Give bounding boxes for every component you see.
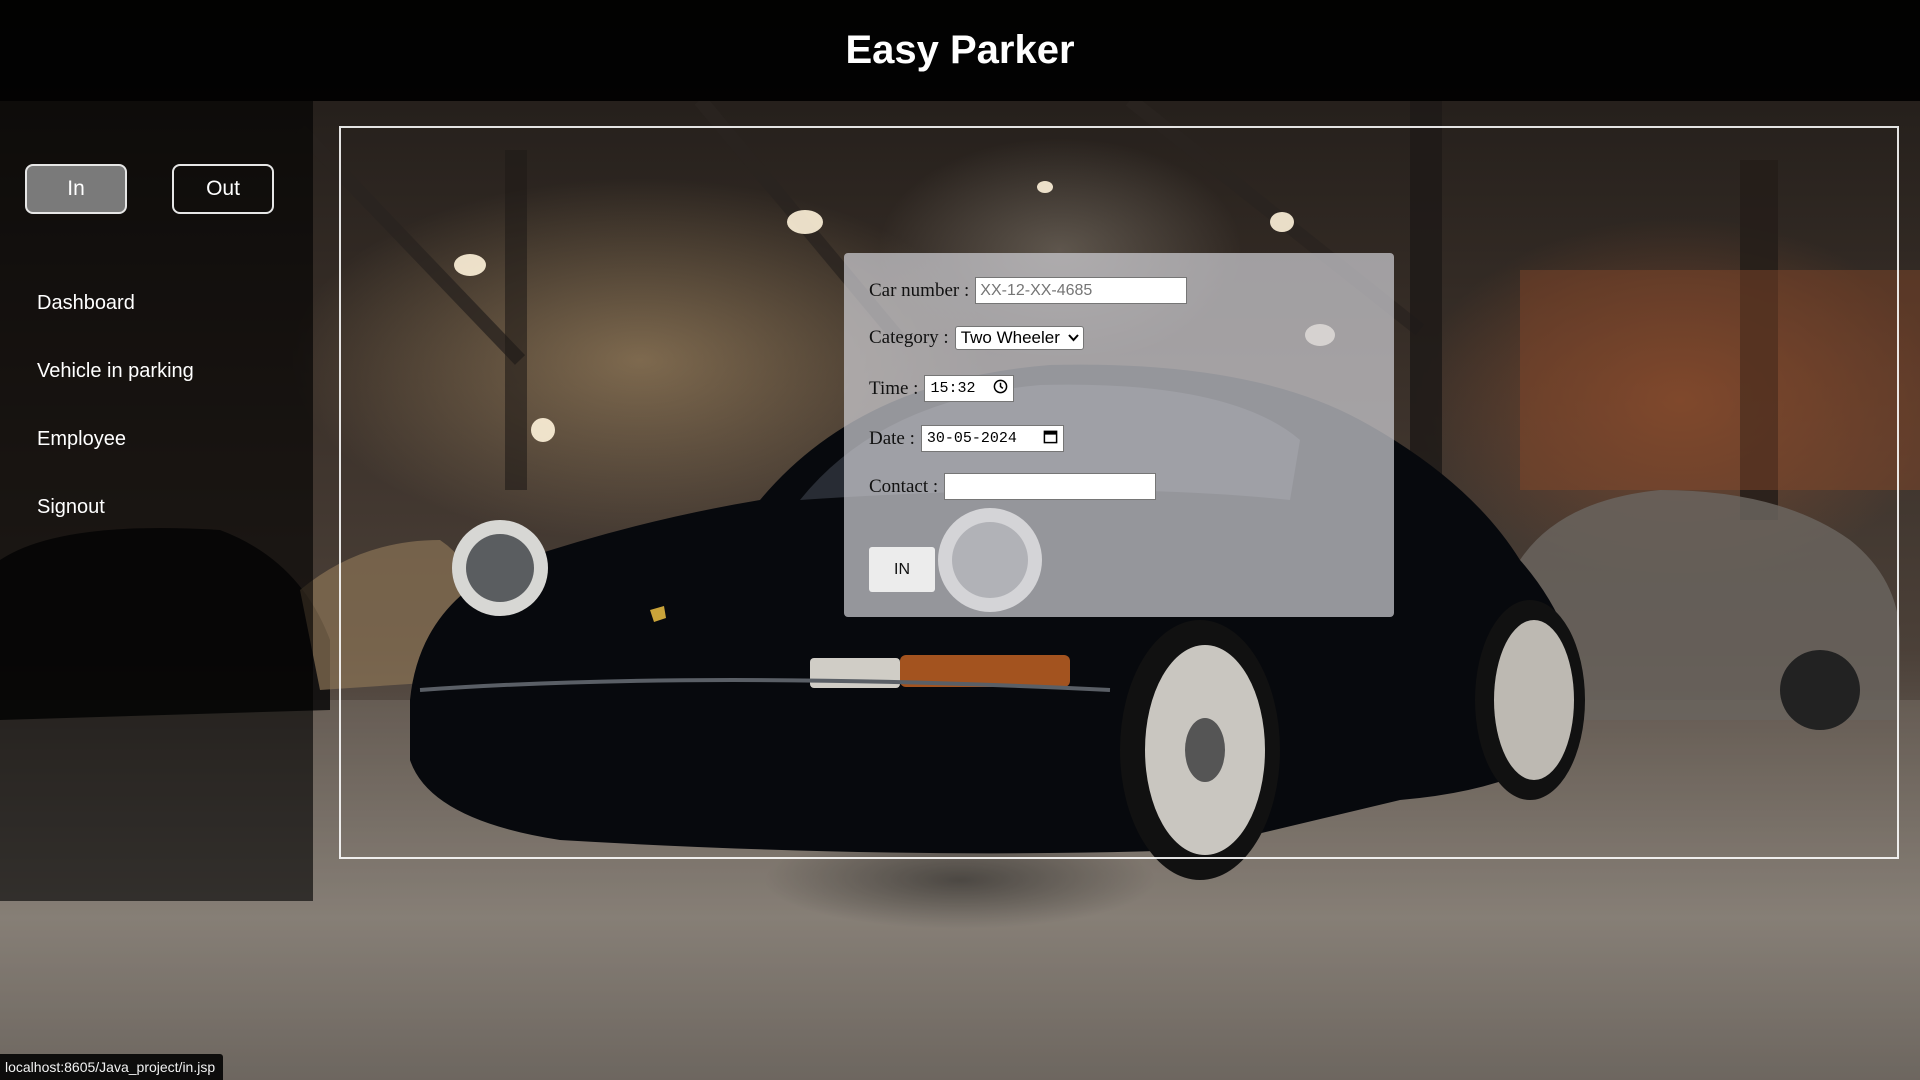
category-label: Category :	[869, 327, 949, 348]
time-row: Time : 15:32	[869, 375, 1015, 402]
sidebar: In Out Dashboard Vehicle in parking Empl…	[0, 101, 313, 901]
sidebar-item-vehicle-in-parking[interactable]: Vehicle in parking	[37, 356, 194, 424]
sidebar-nav: Dashboard Vehicle in parking Employee Si…	[37, 288, 194, 560]
contact-row: Contact :	[869, 473, 1157, 500]
contact-input[interactable]	[944, 473, 1157, 500]
car-number-label: Car number :	[869, 279, 970, 301]
car-number-row: Car number :	[869, 277, 1188, 304]
in-toggle-button[interactable]: In	[25, 164, 127, 214]
in-submit-button[interactable]: IN	[869, 547, 935, 592]
date-input[interactable]: 30-05-2024	[920, 425, 1064, 452]
sidebar-item-signout[interactable]: Signout	[37, 492, 194, 560]
category-row: Category : Two Wheeler	[869, 326, 1084, 350]
category-select[interactable]: Two Wheeler	[954, 326, 1084, 350]
time-label: Time :	[869, 377, 919, 399]
app-header: Easy Parker	[0, 0, 1920, 101]
out-toggle-button[interactable]: Out	[172, 164, 274, 214]
app-title: Easy Parker	[845, 28, 1075, 72]
date-label: Date :	[869, 427, 915, 449]
vehicle-in-form: Car number : Category : Two Wheeler Time…	[844, 253, 1394, 617]
date-row: Date : 30-05-2024	[869, 425, 1064, 452]
contact-label: Contact :	[869, 475, 939, 497]
date-value: 30-05-2024	[926, 430, 1017, 447]
sidebar-item-dashboard[interactable]: Dashboard	[37, 288, 194, 356]
time-value: 15:32	[930, 380, 976, 397]
chevron-down-icon	[1068, 331, 1079, 345]
clock-icon[interactable]	[993, 379, 1008, 399]
category-selected-value: Two Wheeler	[960, 328, 1060, 347]
sidebar-item-employee[interactable]: Employee	[37, 424, 194, 492]
car-number-input[interactable]	[975, 277, 1188, 304]
time-input[interactable]: 15:32	[924, 375, 1015, 402]
calendar-icon[interactable]	[1043, 429, 1058, 449]
status-bar-url: localhost:8605/Java_project/in.jsp	[0, 1054, 224, 1080]
